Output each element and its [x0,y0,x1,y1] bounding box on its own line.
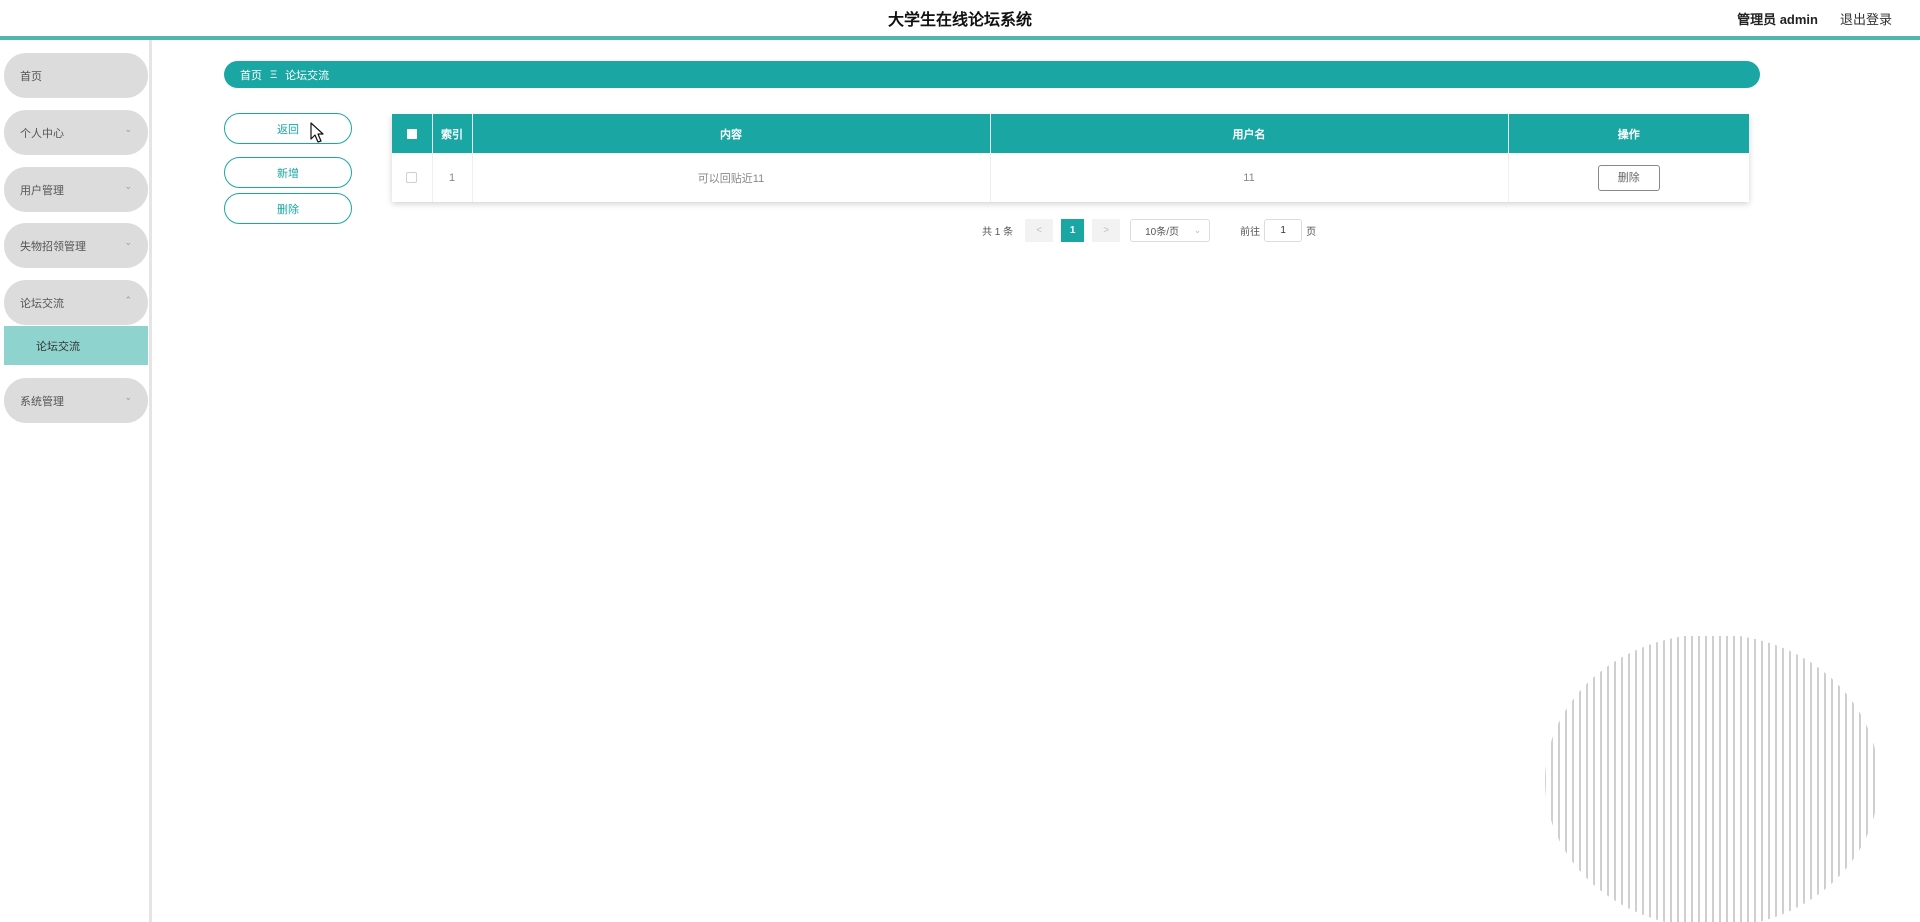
goto-label: 前往 [1240,227,1261,238]
cell-operation: 删除 [1508,153,1749,202]
column-header-username: 用户名 [990,114,1509,153]
sidebar-item-label: 系统管理 [20,395,64,408]
sidebar-item-label: 首页 [20,70,42,83]
page-size-select[interactable]: 10条/页 ⌄ [1130,219,1211,242]
breadcrumb-separator: Ξ [270,68,278,81]
back-button[interactable]: 返回 [224,113,352,144]
top-header: 大学生在线论坛系统 管理员 admin 退出登录 [0,0,1920,40]
row-checkbox-cell[interactable] [392,153,433,202]
page-size-value: 10条/页 [1145,227,1180,238]
batch-delete-button[interactable]: 删除 [224,193,352,224]
sidebar-item-label: 论坛交流 [20,297,64,310]
select-all-checkbox-cell[interactable] [392,114,433,153]
sidebar-item-label: 个人中心 [20,127,64,140]
breadcrumb: 首页 Ξ 论坛交流 [224,61,1760,88]
admin-label: 管理员 admin [1737,12,1818,27]
page-number-button[interactable]: 1 [1061,219,1085,242]
cell-index: 1 [432,153,473,202]
chevron-down-icon: ⌄ [1193,225,1202,235]
cell-username: 11 [990,153,1509,202]
select-all-checkbox[interactable] [406,128,417,139]
cell-content: 可以回贴近11 [472,153,991,202]
next-page-button[interactable]: > [1092,219,1121,242]
sidebar-subitem-forum[interactable]: 论坛交流 [4,326,148,365]
table-row: 1 可以回贴近11 11 删除 [392,153,1749,202]
goto-page-input[interactable] [1264,219,1303,242]
page-unit-label: 页 [1306,227,1317,238]
sidebar-item-label: 失物招领管理 [20,240,86,253]
sidebar-subitem-label: 论坛交流 [36,340,80,353]
logout-link[interactable]: 退出登录 [1840,9,1892,28]
column-header-index: 索引 [432,114,473,153]
sidebar-item-personal-center[interactable]: 个人中心 ⌄ [4,110,148,155]
sidebar-item-system-management[interactable]: 系统管理 ⌄ [4,378,148,423]
chevron-down-icon: ⌄ [124,392,132,402]
chevron-down-icon: ⌄ [124,124,132,134]
column-header-operation: 操作 [1617,128,1640,141]
forum-table: 索引 内容 用户名 操作 1 可以回贴近11 11 删除 [392,114,1749,202]
table-header-row: 索引 内容 用户名 操作 [392,114,1749,153]
pagination: 共 1 条 < 1 > 10条/页 ⌄ 前往 页 [982,219,1316,242]
sidebar-item-home[interactable]: 首页 [4,53,148,98]
decorative-striped-circle [1545,636,1879,922]
sidebar-item-label: 用户管理 [20,184,64,197]
row-checkbox[interactable] [406,172,418,184]
breadcrumb-home[interactable]: 首页 [240,67,262,83]
add-button[interactable]: 新增 [224,157,352,188]
breadcrumb-current: 论坛交流 [285,69,330,82]
sidebar-item-forum[interactable]: 论坛交流 ⌃ [4,280,148,325]
pagination-total: 共 1 条 [982,227,1014,238]
chevron-up-icon: ⌃ [124,295,132,305]
app-title: 大学生在线论坛系统 [887,12,1032,29]
row-delete-button[interactable]: 删除 [1597,164,1660,191]
sidebar-item-lost-found[interactable]: 失物招领管理 ⌄ [4,223,148,268]
mouse-cursor-icon [310,122,324,143]
chevron-down-icon: ⌄ [124,181,132,191]
column-header-content: 内容 [472,114,991,153]
chevron-down-icon: ⌄ [124,237,132,247]
prev-page-button[interactable]: < [1025,219,1054,242]
sidebar: 首页 个人中心 ⌄ 用户管理 ⌄ 失物招领管理 ⌄ 论坛交流 ⌃ 论坛交流 系统… [0,40,152,922]
sidebar-item-user-management[interactable]: 用户管理 ⌄ [4,167,148,212]
